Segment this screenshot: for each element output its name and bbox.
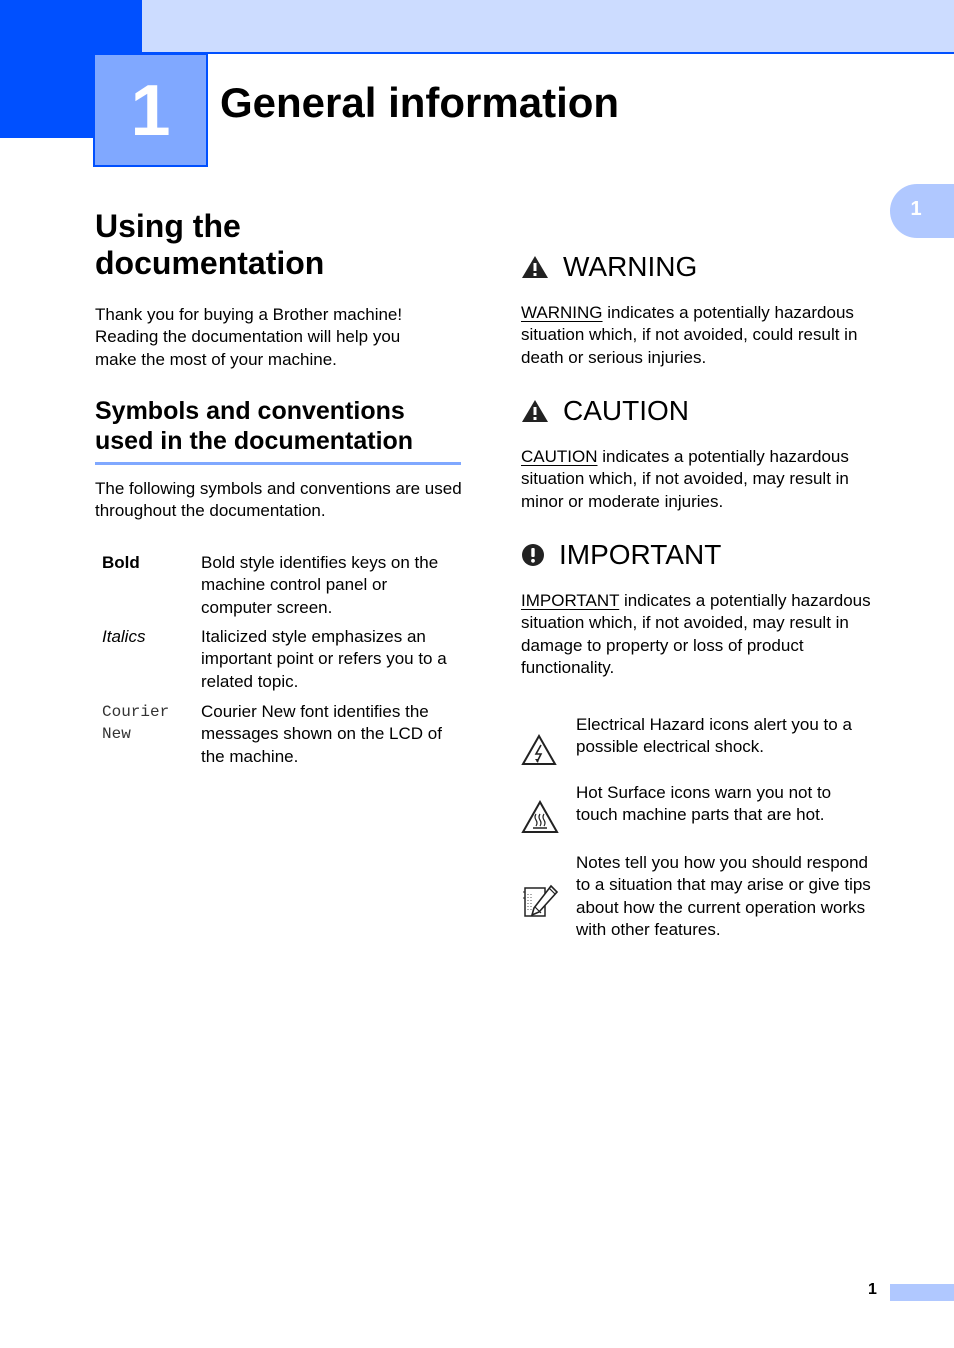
sub-intro-paragraph: The following symbols and conventions ar… (95, 479, 462, 521)
icon-legend-text: Notes tell you how you should respond to… (576, 853, 871, 939)
icon-legend-row: Hot Surface icons warn you not to touch … (521, 782, 881, 842)
convention-term: Courier New (102, 703, 170, 743)
subsection-title: Symbols and conventions used in the docu… (95, 396, 461, 465)
warning-paragraph: WARNING indicates a potentially hazardou… (521, 302, 871, 369)
warning-keyword: WARNING (521, 303, 603, 322)
chapter-side-tab-number: 1 (910, 198, 922, 220)
caution-keyword: CAUTION (521, 447, 598, 466)
note-pencil-icon (523, 884, 559, 917)
caution-triangle-icon (522, 400, 548, 422)
hot-surface-icon (521, 800, 559, 833)
page-title: General information (220, 79, 620, 126)
header-band-light (142, 0, 954, 54)
important-paragraph: IMPORTANT indicates a potentially hazard… (521, 590, 873, 679)
page-number-bar (890, 1284, 954, 1301)
convention-desc: Italicized style emphasizes an important… (201, 627, 447, 691)
convention-term: Bold (102, 553, 140, 572)
warning-title: WARNING (563, 251, 698, 282)
caution-heading: CAUTION (521, 394, 689, 428)
icon-legend-row: Notes tell you how you should respond to… (521, 852, 881, 944)
icon-legend-row: Electrical Hazard icons alert you to a p… (521, 714, 881, 774)
convention-term: Italics (102, 627, 146, 646)
warning-triangle-icon (522, 256, 548, 278)
convention-row: Bold Bold style identifies keys on the m… (102, 552, 462, 622)
icon-legend-text: Hot Surface icons warn you not to touch … (576, 783, 832, 825)
warning-heading: WARNING (521, 250, 697, 284)
chapter-number: 1 (130, 71, 171, 151)
electrical-hazard-icon (521, 734, 557, 765)
exclamation-circle-icon (522, 544, 544, 566)
convention-desc: Courier New font identifies the messages… (201, 702, 442, 766)
intro-paragraph: Thank you for buying a Brother machine! … (95, 305, 403, 369)
important-title: IMPORTANT (559, 539, 722, 570)
section-title: Using the documentation (95, 208, 325, 281)
convention-row: Italics Italicized style emphasizes an i… (102, 626, 462, 696)
icon-legend-text: Electrical Hazard icons alert you to a p… (576, 715, 852, 757)
convention-desc: Bold style identifies keys on the machin… (201, 553, 439, 617)
important-keyword: IMPORTANT (521, 591, 620, 610)
caution-title: CAUTION (563, 395, 689, 426)
important-heading: IMPORTANT (521, 538, 721, 572)
convention-row: Courier New Courier New font identifies … (102, 701, 462, 771)
page-number: 1 (868, 1281, 877, 1298)
caution-paragraph: CAUTION indicates a potentially hazardou… (521, 446, 873, 513)
